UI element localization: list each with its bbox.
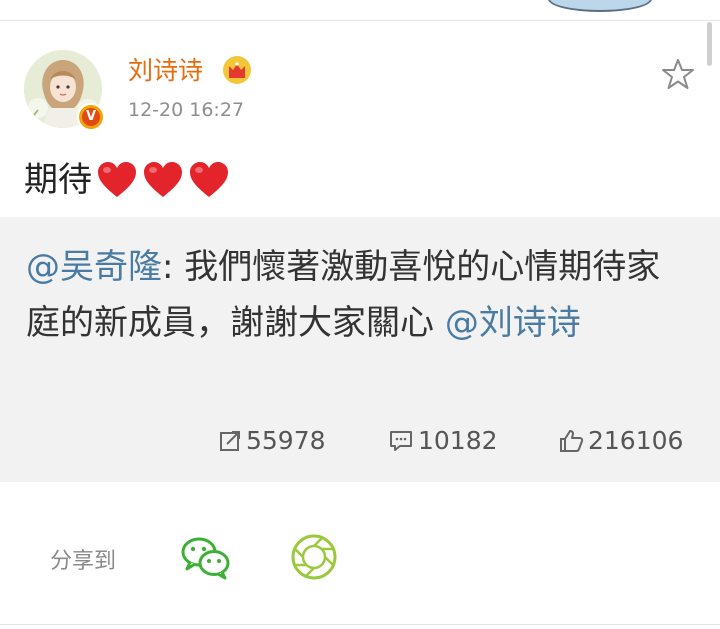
comment-icon: [390, 430, 412, 451]
heart-icon: [190, 162, 228, 197]
heart-icon: [144, 162, 182, 197]
heart-icon: [98, 162, 136, 197]
post-text-content: 期待: [24, 160, 92, 200]
scrollbar[interactable]: [707, 22, 712, 66]
post-text: 期待: [24, 158, 230, 202]
comment-count-button[interactable]: 10182: [388, 426, 498, 455]
verified-badge: V: [77, 103, 105, 131]
repost-count-button[interactable]: 55978: [218, 426, 326, 455]
username[interactable]: 刘诗诗: [128, 55, 203, 87]
wechat-icon[interactable]: [180, 534, 232, 580]
repost-end-mention[interactable]: @刘诗诗: [445, 303, 581, 343]
post-stats: 55978 10182 216106: [0, 426, 720, 462]
share-label: 分享到: [50, 549, 117, 574]
repost-count: 55978: [246, 426, 326, 455]
comment-count: 10182: [418, 426, 498, 455]
repost-author-mention[interactable]: @吴奇隆: [26, 247, 162, 287]
bottom-divider: [0, 624, 720, 625]
post-timestamp: 12-20 16:27: [128, 99, 245, 121]
favorite-star-icon[interactable]: [660, 56, 696, 92]
repost-text: @吴奇隆: 我們懷著激動喜悅的心情期待家庭的新成員，謝謝大家關心 @刘诗诗: [26, 239, 686, 351]
heart-emojis: [96, 160, 230, 200]
crown-icon: [223, 56, 251, 84]
moments-icon[interactable]: [290, 533, 338, 581]
repost-card[interactable]: @吴奇隆: 我們懷著激動喜悅的心情期待家庭的新成員，謝謝大家關心 @刘诗诗 55…: [0, 217, 720, 482]
like-count: 216106: [588, 426, 684, 455]
like-count-button[interactable]: 216106: [558, 426, 683, 455]
thumbs-up-icon: [560, 429, 584, 452]
repost-icon: [220, 430, 240, 451]
